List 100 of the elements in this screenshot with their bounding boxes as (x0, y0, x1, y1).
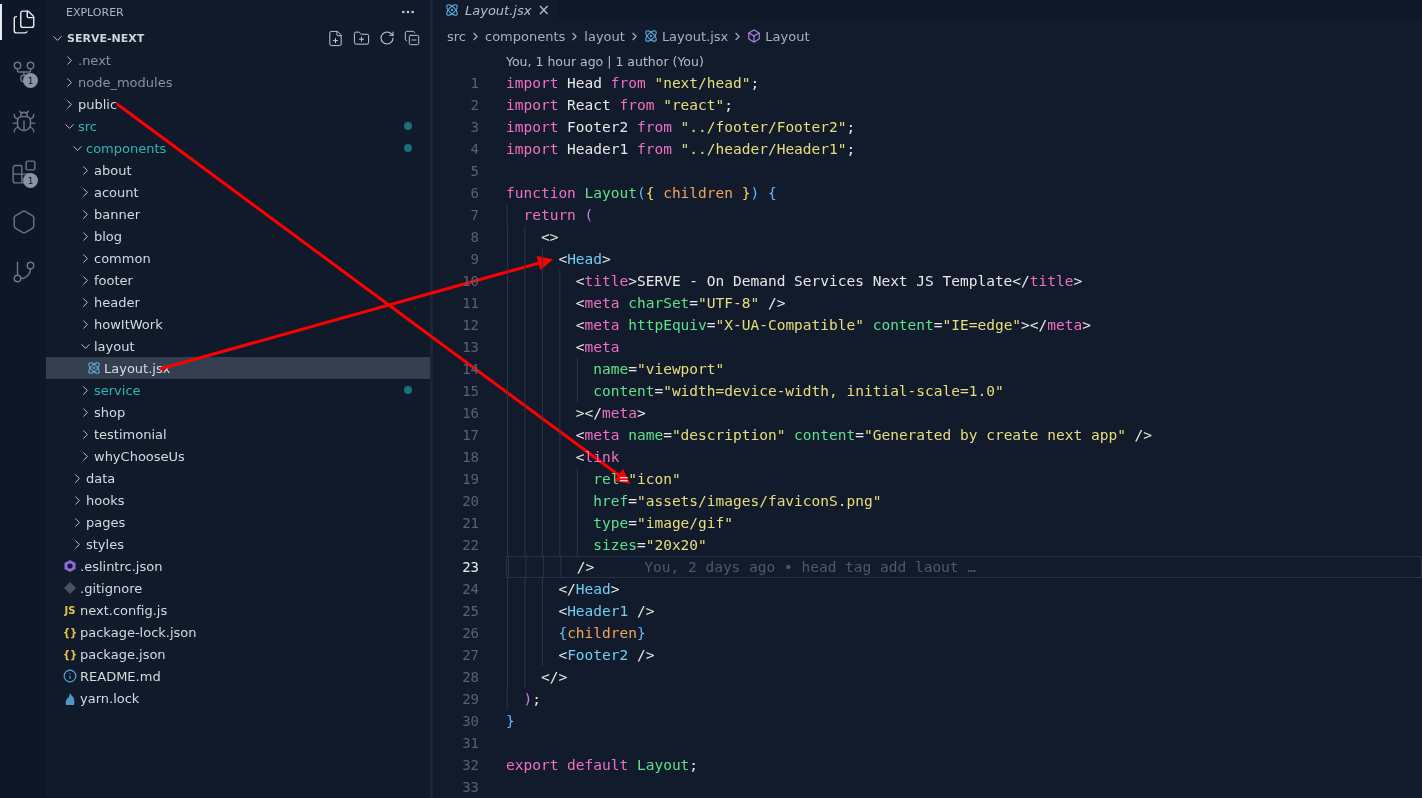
folder-row[interactable]: shop (46, 401, 430, 423)
close-icon[interactable]: × (537, 1, 550, 20)
file-name: Layout.jsx (104, 360, 171, 376)
code-line: {children} (506, 622, 646, 644)
line-number: 3 (469, 119, 479, 135)
file-row[interactable]: Layout.jsx (46, 357, 430, 379)
breadcrumb[interactable]: Layout.jsx (643, 28, 729, 44)
folder-name: layout (94, 338, 135, 354)
bug-icon (11, 109, 37, 135)
folder-row[interactable]: blog (46, 225, 430, 247)
line-number: 22 (461, 537, 479, 553)
folder-name: footer (94, 272, 133, 288)
folder-name: blog (94, 228, 123, 244)
breadcrumb[interactable]: src (447, 28, 466, 44)
react-icon (445, 3, 459, 18)
folder-row[interactable]: testimonial (46, 423, 430, 445)
folder-name: acount (94, 184, 139, 200)
code-line: import React from "react"; (506, 97, 733, 113)
folder-name: src (78, 118, 97, 134)
line-number: 19 (461, 471, 479, 487)
line-number: 32 (461, 757, 479, 773)
activity-item[interactable]: 1 (0, 154, 46, 190)
folder-row[interactable]: node_modules (46, 71, 430, 93)
code-line: </> (506, 666, 568, 688)
breadcrumb[interactable]: layout (584, 28, 625, 44)
folder-name: data (86, 470, 116, 486)
workspace-name[interactable]: SERVE-NEXT (67, 31, 145, 45)
line-number: 31 (461, 735, 479, 751)
folder-row[interactable]: about (46, 159, 430, 181)
activity-item[interactable]: 1 (0, 54, 46, 90)
files-icon (11, 9, 37, 35)
folder-name: howItWork (94, 316, 163, 332)
folder-row[interactable]: src (46, 115, 430, 137)
blame-info[interactable]: You, 1 hour ago | 1 author (You) (433, 52, 1422, 72)
folder-row[interactable]: common (46, 247, 430, 269)
folder-row[interactable]: pages (46, 511, 430, 533)
line-number: 13 (461, 339, 479, 355)
line-number: 4 (469, 141, 479, 157)
folder-row[interactable]: footer (46, 269, 430, 291)
code-line: <Header1 /> (506, 600, 655, 622)
new-folder-icon[interactable] (353, 29, 370, 47)
code-line: content="width=device-width, initial-scale=1.0" (506, 380, 1004, 402)
file-row[interactable]: {} package-lock.json (46, 621, 430, 643)
folder-row[interactable]: public (46, 93, 430, 115)
file-name: README.md (80, 668, 161, 684)
line-number: 33 (461, 779, 479, 795)
code-line: </Head> (506, 578, 620, 600)
folder-row[interactable]: components (46, 137, 430, 159)
new-file-icon[interactable] (327, 29, 344, 47)
react-icon (86, 360, 102, 376)
code-line: <title>SERVE - On Demand Services Next JS Template</title> (506, 270, 1083, 292)
blame-annotation: You, 2 days ago • head tag add laout … (644, 559, 977, 575)
file-row[interactable]: JS next.config.js (46, 599, 430, 621)
line-number: 17 (461, 427, 479, 443)
code-line: ); (506, 688, 541, 710)
breadcrumb[interactable]: components (485, 28, 566, 44)
line-number: 10 (461, 273, 479, 289)
file-name: package-lock.json (80, 624, 197, 640)
line-number: 23 (461, 559, 479, 575)
source-control-icon (11, 59, 37, 85)
folder-row[interactable]: layout (46, 335, 430, 357)
folder-row[interactable]: styles (46, 533, 430, 555)
file-row[interactable]: {} package.json (46, 643, 430, 665)
folder-row[interactable]: acount (46, 181, 430, 203)
file-name: .eslintrc.json (80, 558, 163, 574)
folder-row[interactable]: data (46, 467, 430, 489)
collapse-icon[interactable] (404, 29, 420, 46)
line-number: 6 (469, 185, 479, 201)
folder-name: whyChooseUs (94, 448, 185, 464)
line-number: 29 (461, 691, 479, 707)
file-row[interactable]: yarn.lock (46, 687, 430, 709)
file-name: package.json (80, 646, 166, 662)
folder-row[interactable]: header (46, 291, 430, 313)
file-name: .gitignore (80, 580, 143, 596)
file-row[interactable]: .gitignore (46, 577, 430, 599)
line-number: 21 (461, 515, 479, 531)
file-row[interactable]: README.md (46, 665, 430, 687)
folder-row[interactable]: service (46, 379, 430, 401)
line-number: 20 (461, 493, 479, 509)
folder-name: .next (78, 52, 111, 68)
panel-title: EXPLORER (66, 5, 124, 19)
code-line: import Head from "next/head"; (506, 75, 760, 91)
refresh-icon[interactable] (379, 29, 395, 46)
folder-row[interactable]: howItWork (46, 313, 430, 335)
line-number: 16 (461, 405, 479, 421)
code-line: return ( (506, 204, 594, 226)
folder-name: components (86, 140, 167, 156)
folder-row[interactable]: hooks (46, 489, 430, 511)
file-row[interactable]: .eslintrc.json (46, 555, 430, 577)
folder-row[interactable]: .next (46, 49, 430, 71)
line-number: 28 (461, 669, 479, 685)
breadcrumb[interactable]: Layout (747, 28, 810, 44)
line-number: 30 (461, 713, 479, 729)
line-number: 24 (461, 581, 479, 597)
code-line: <Footer2 /> (506, 644, 655, 666)
editor-tab[interactable]: Layout.jsx × (433, 0, 558, 21)
folder-row[interactable]: whyChooseUs (46, 445, 430, 467)
folder-row[interactable]: banner (46, 203, 430, 225)
line-number: 12 (461, 317, 479, 333)
folder-name: public (78, 96, 118, 112)
